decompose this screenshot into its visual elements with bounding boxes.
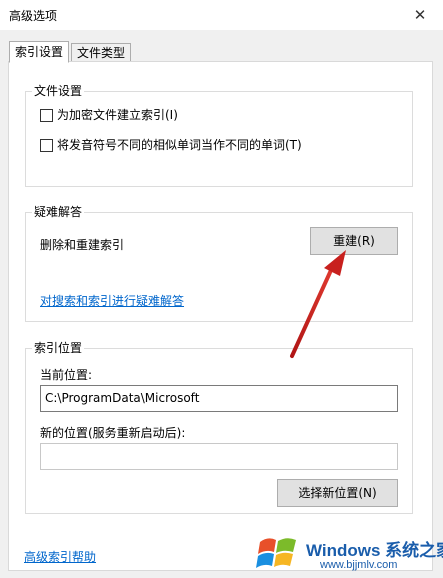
watermark-url: www.bjjmlv.com — [320, 559, 398, 571]
watermark-brand: Windows 系统之家 — [306, 541, 443, 560]
tab-index-settings[interactable]: 索引设置 — [9, 41, 70, 63]
arrow-head — [324, 250, 346, 276]
annotation-arrow — [290, 250, 346, 358]
arrow-shaft — [290, 266, 334, 358]
watermark: Windows 系统之家 www.bjjmlv.com — [254, 528, 443, 578]
tab-label: 索引设置 — [15, 45, 64, 59]
windows-logo-icon — [256, 538, 296, 568]
